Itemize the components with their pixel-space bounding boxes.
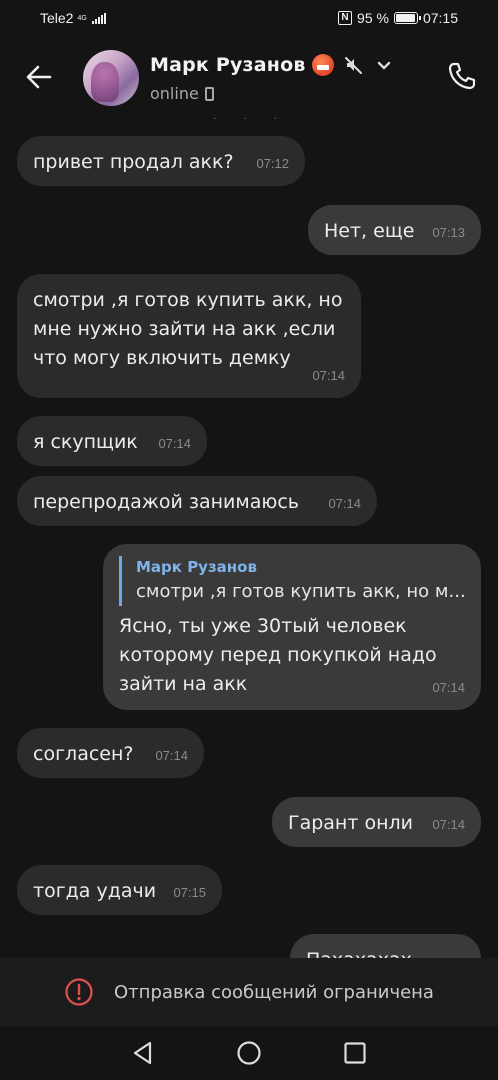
message-text: Нет, еще: [324, 220, 415, 242]
message-time: 07:14: [155, 748, 188, 763]
message-list[interactable]: привет продал акк? 07:12 Нет, еще 07:13 …: [0, 120, 498, 958]
message-line: Ясно, ты уже 30тый человек: [119, 615, 407, 637]
message-text: Гарант онли: [288, 812, 414, 834]
message-time: 07:14: [328, 496, 361, 511]
online-label: online: [150, 84, 199, 103]
chevron-down-icon[interactable]: [374, 55, 394, 75]
network-type: 4G: [77, 14, 87, 22]
message-bubble-outgoing[interactable]: Гарант онли 07:14: [272, 797, 481, 847]
message-bubble-outgoing[interactable]: Нет, еще 07:13: [308, 205, 481, 255]
message-time: 07:14: [312, 368, 345, 383]
message-time: 07:12: [256, 156, 289, 171]
message-text: согласен?: [33, 743, 134, 765]
mobile-device-icon: [204, 86, 214, 101]
system-navigation-bar: [0, 1026, 498, 1080]
nfc-icon: N: [338, 11, 353, 25]
status-time: 07:15: [422, 10, 458, 26]
message-bubble-incoming[interactable]: перепродажой занимаюсь 07:14: [17, 476, 377, 526]
message-line: мне нужно зайти на акк ,если: [33, 318, 336, 340]
contact-status: online: [150, 84, 214, 103]
messaging-restricted-banner: Отправка сообщений ограничена: [0, 958, 498, 1026]
message-bubble-incoming[interactable]: согласен? 07:14: [17, 728, 204, 778]
back-arrow-icon[interactable]: [24, 62, 54, 92]
message-bubble-incoming[interactable]: смотри ,я готов купить акк, но мне нужно…: [17, 274, 361, 398]
contact-avatar[interactable]: [83, 50, 139, 106]
message-time: 07:14: [432, 817, 465, 832]
message-bubble-incoming[interactable]: привет продал акк? 07:12: [17, 136, 305, 186]
message-text: привет продал акк?: [33, 151, 234, 173]
nav-recents-icon[interactable]: [342, 1040, 368, 1066]
status-left: Tele2 4G: [40, 10, 106, 26]
message-text: тогда удачи: [33, 880, 157, 902]
message-time: 07:14: [432, 680, 465, 695]
restriction-text: Отправка сообщений ограничена: [114, 981, 434, 1003]
message-time: 07:13: [432, 225, 465, 240]
nav-back-icon[interactable]: [130, 1040, 156, 1066]
message-line: смотри ,я готов купить акк, но: [33, 289, 343, 311]
contact-name-row[interactable]: Марк Рузанов: [150, 54, 394, 76]
message-bubble-incoming[interactable]: я скупщик 07:14: [17, 416, 207, 466]
message-time: 07:15: [173, 885, 206, 900]
battery-percent: 95 %: [357, 10, 389, 26]
status-right: N 95 % 07:15: [338, 10, 458, 26]
chat-header: Марк Рузанов online · · ·: [0, 36, 498, 125]
message-bubble-outgoing[interactable]: Пахахахах: [290, 934, 481, 958]
reply-text: смотри ,я готов купить акк, но м...: [136, 581, 465, 602]
nav-home-icon[interactable]: [236, 1040, 262, 1066]
message-text: Пахахахах: [306, 949, 412, 958]
warning-circle-icon: [65, 978, 93, 1006]
message-bubble-outgoing-reply[interactable]: Марк Рузанов смотри ,я готов купить акк,…: [103, 544, 481, 710]
message-bubble-incoming[interactable]: тогда удачи 07:15: [17, 865, 222, 915]
phone-call-icon[interactable]: [446, 60, 478, 92]
message-text: перепродажой занимаюсь: [33, 491, 300, 513]
message-time: 07:14: [158, 436, 191, 451]
reply-quote[interactable]: Марк Рузанов смотри ,я готов купить акк,…: [119, 556, 465, 606]
message-text: я скупщик: [33, 431, 138, 453]
angry-face-emoji-icon: [311, 54, 334, 76]
contact-name[interactable]: Марк Рузанов: [150, 54, 306, 76]
message-line: которому перед покупкой надо: [119, 644, 437, 666]
signal-icon: [91, 12, 106, 24]
reply-author: Марк Рузанов: [136, 558, 257, 576]
carrier-name: Tele2: [40, 10, 74, 26]
message-line: зайти на акк: [119, 673, 248, 695]
muted-speaker-icon: [344, 57, 362, 74]
status-bar: Tele2 4G N 95 % 07:15: [0, 0, 498, 36]
battery-icon: [393, 12, 421, 24]
message-line: что могу включить демку: [33, 347, 291, 369]
